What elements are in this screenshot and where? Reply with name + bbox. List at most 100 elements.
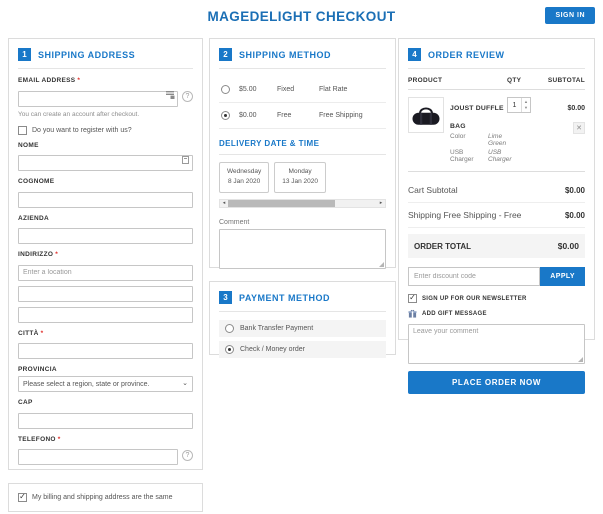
resize-handle-icon[interactable] <box>578 357 583 362</box>
order-total-row: ORDER TOTAL $0.00 <box>408 234 585 258</box>
scroll-right-icon[interactable]: ▸ <box>377 200 385 206</box>
citta-field[interactable] <box>18 343 193 359</box>
step-2-badge: 2 <box>219 48 232 61</box>
indirizzo-field[interactable] <box>18 264 193 281</box>
duffle-bag-image <box>412 107 440 125</box>
apply-discount-button[interactable]: APPLY <box>540 267 585 286</box>
shipping-option-flat-rate[interactable]: $5.00 Fixed Flat Rate <box>219 77 386 103</box>
gift-icon <box>408 309 417 318</box>
cap-field[interactable] <box>18 412 193 429</box>
billing-same-label: My billing and shipping address are the … <box>32 494 173 501</box>
billing-same-panel: My billing and shipping address are the … <box>8 483 203 512</box>
shipping-address-header: 1 SHIPPING ADDRESS <box>18 48 193 69</box>
column-product: PRODUCT <box>408 77 443 84</box>
shipping-method-panel: 2 SHIPPING METHOD $5.00 Fixed Flat Rate … <box>209 38 396 269</box>
payment-option-check-money-order[interactable]: Check / Money order <box>219 341 386 358</box>
shipping-method-title: SHIPPING METHOD <box>239 49 332 60</box>
delivery-day: Monday <box>288 168 312 175</box>
page-title: MAGEDELIGHT CHECKOUT <box>207 9 396 24</box>
indirizzo-label: INDIRIZZO * <box>18 251 59 258</box>
cart-item-row: JOUST DUFFLE BAG Color Lime Green USB Ch… <box>408 97 585 172</box>
newsletter-checkbox[interactable] <box>408 294 417 303</box>
payment-method-header: 3 PAYMENT METHOD <box>219 291 386 312</box>
email-field[interactable] <box>18 90 178 107</box>
cap-label: CAP <box>18 399 33 406</box>
payment-method-panel: 3 PAYMENT METHOD Bank Transfer Payment C… <box>209 281 396 358</box>
shipping-total-row: Shipping Free Shipping - Free $0.00 <box>408 203 585 228</box>
radio-selected-icon[interactable] <box>221 111 230 120</box>
cart-subtotal-row: Cart Subtotal $0.00 <box>408 178 585 203</box>
scrollbar-track[interactable] <box>228 199 377 207</box>
delivery-date: 8 Jan 2020 <box>228 178 261 186</box>
discount-code-input[interactable] <box>408 267 541 286</box>
required-asterisk: * <box>55 251 59 258</box>
telefono-help-icon[interactable]: ? <box>182 449 193 461</box>
telefono-field[interactable] <box>18 449 178 465</box>
delivery-comment-textarea[interactable] <box>219 228 386 269</box>
delivery-date-option-2[interactable]: Monday 13 Jan 2020 <box>274 162 327 193</box>
payment-method-title: PAYMENT METHOD <box>239 292 331 303</box>
delivery-date: 13 Jan 2020 <box>282 178 319 186</box>
register-checkbox[interactable] <box>18 125 27 135</box>
order-comment-textarea[interactable] <box>408 324 585 364</box>
product-image <box>408 97 444 133</box>
shipping-carrier: Free Shipping <box>319 112 363 119</box>
sign-in-button[interactable]: SIGN IN <box>545 7 595 24</box>
radio-unselected-icon[interactable] <box>225 324 234 333</box>
scroll-left-icon[interactable]: ◂ <box>220 200 228 206</box>
provincia-select[interactable]: Please select a region, state or provinc… <box>18 376 193 392</box>
newsletter-label: SIGN UP FOR OUR NEWSLETTER <box>422 295 527 302</box>
step-3-badge: 3 <box>219 291 232 304</box>
shipping-method-name: Fixed <box>277 86 295 93</box>
indirizzo-line2-field[interactable] <box>18 285 193 302</box>
azienda-label: AZIENDA <box>18 214 49 222</box>
scrollbar-thumb[interactable] <box>228 199 336 207</box>
shipping-address-panel: 1 SHIPPING ADDRESS EMAIL ADDRESS * ? You … <box>8 38 203 470</box>
radio-unselected-icon[interactable] <box>221 85 230 94</box>
indirizzo-line3-field[interactable] <box>18 306 193 323</box>
comment-label: Comment <box>219 218 250 226</box>
radio-selected-icon[interactable] <box>225 345 234 354</box>
item-subtotal: $0.00 <box>567 105 585 112</box>
provincia-label: PROVINCIA <box>18 366 57 373</box>
register-label: Do you want to register with us? <box>32 126 132 134</box>
billing-same-checkbox[interactable] <box>18 493 27 502</box>
qty-input[interactable] <box>508 98 521 112</box>
shipping-price: $5.00 <box>239 86 257 93</box>
telefono-label: TELEFONO * <box>18 435 61 443</box>
azienda-field[interactable] <box>18 228 193 244</box>
place-order-button[interactable]: PLACE ORDER NOW <box>408 371 585 394</box>
cognome-label: COGNOME <box>18 178 55 185</box>
shipping-method-header: 2 SHIPPING METHOD <box>219 48 386 69</box>
delivery-date-option-1[interactable]: Wednesday 8 Jan 2020 <box>219 162 270 193</box>
order-review-title: ORDER REVIEW <box>428 49 505 60</box>
order-review-panel: 4 ORDER REVIEW PRODUCT QTY SUBTOTAL JOUS… <box>398 38 595 394</box>
cognome-field[interactable] <box>18 191 193 208</box>
nome-label: NOME <box>18 141 39 149</box>
dates-scrollbar[interactable]: ◂ ▸ <box>219 198 386 208</box>
total-label: Cart Subtotal <box>408 185 458 195</box>
attr-label: USB Charger <box>450 149 474 163</box>
product-name: JOUST DUFFLE BAG <box>450 105 504 130</box>
qty-decrease-icon[interactable]: ▼ <box>522 105 530 111</box>
nome-field[interactable] <box>18 155 193 171</box>
resize-handle-icon[interactable] <box>379 261 384 267</box>
total-value: $0.00 <box>564 210 585 220</box>
shipping-price: $0.00 <box>239 112 257 119</box>
attr-label: Color <box>450 133 466 140</box>
remove-item-icon[interactable]: ✕ <box>573 122 585 134</box>
delivery-day: Wednesday <box>227 168 262 175</box>
required-asterisk: * <box>77 77 81 84</box>
shipping-carrier: Flat Rate <box>319 86 348 93</box>
order-total-value: $0.00 <box>557 241 579 251</box>
column-subtotal: SUBTOTAL <box>547 77 585 84</box>
add-gift-message-label[interactable]: ADD GIFT MESSAGE <box>422 311 487 317</box>
payment-option-bank-transfer[interactable]: Bank Transfer Payment <box>219 320 386 337</box>
quantity-stepper[interactable]: ▲ ▼ <box>507 97 531 113</box>
email-help-icon[interactable]: ? <box>182 91 193 103</box>
column-qty: QTY <box>507 77 522 84</box>
shipping-option-free-shipping[interactable]: $0.00 Free Free Shipping <box>219 103 386 129</box>
order-table-header: PRODUCT QTY SUBTOTAL <box>408 77 585 90</box>
citta-label: CITTÀ * <box>18 329 44 337</box>
order-review-header: 4 ORDER REVIEW <box>408 48 585 69</box>
